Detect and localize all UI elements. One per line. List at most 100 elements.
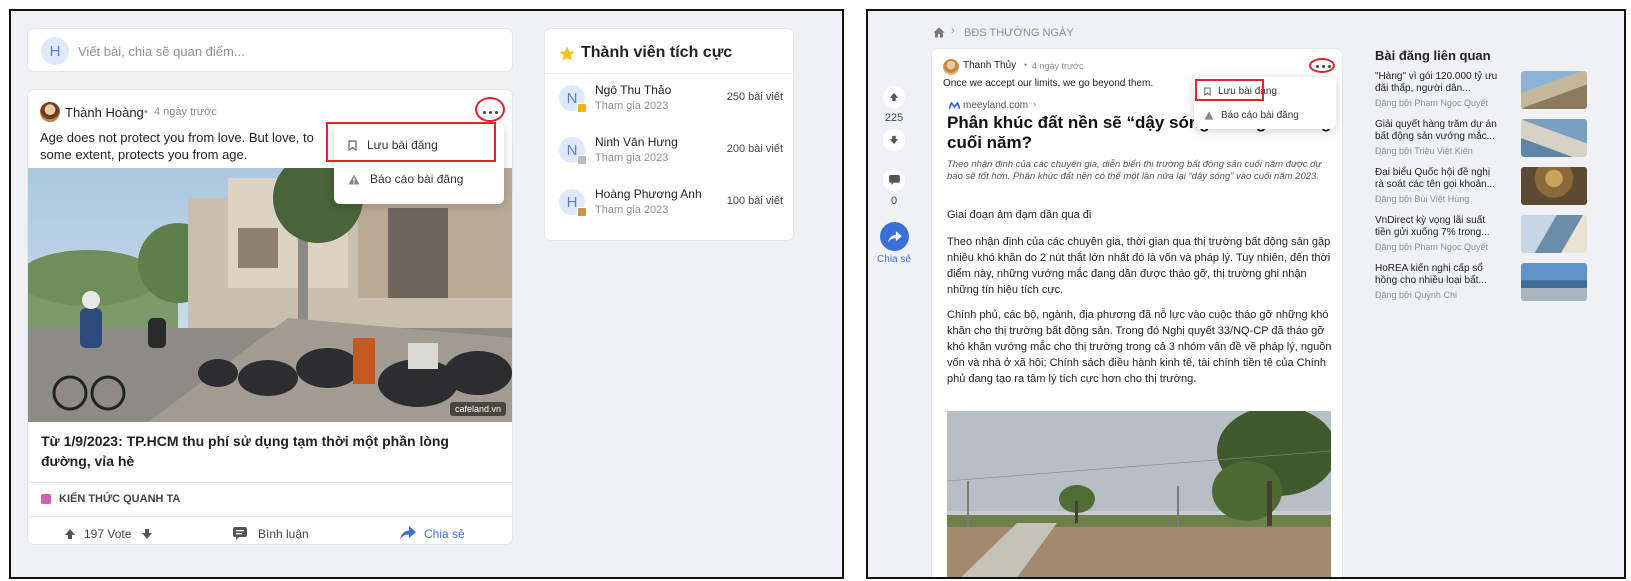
- related-item-title[interactable]: HoREA kiến nghị cấp sổ hồng cho nhiều lo…: [1375, 263, 1500, 287]
- post-text: Age does not protect you from love. But …: [40, 130, 314, 162]
- related-item-author: Đăng bởi Phạm Ngọc Quyết: [1375, 242, 1488, 252]
- related-item-author: Đăng bởi Phạm Ngọc Quyết: [1375, 98, 1488, 108]
- category-color-icon: [41, 494, 51, 504]
- related-thumbnail[interactable]: [1521, 215, 1587, 253]
- category-label[interactable]: KIẾN THỨC QUANH TA: [59, 493, 180, 505]
- menu-report-post[interactable]: Báo cáo bài đăng: [1204, 110, 1299, 121]
- comment-button[interactable]: Bình luận: [258, 527, 309, 541]
- related-item-title[interactable]: "Hàng" vì gói 120.000 tỷ ưu đãi thấp, ng…: [1375, 71, 1500, 95]
- article-paragraph: Chính phủ, các bộ, ngành, địa phương đã …: [947, 309, 1332, 385]
- post-composer[interactable]: H Viết bài, chia sẽ quan điểm...: [27, 28, 513, 72]
- related-item-title[interactable]: Đại biểu Quốc hội đề nghị rà soát các tê…: [1375, 167, 1500, 191]
- post-headline[interactable]: Từ 1/9/2023: TP.HCM thu phí sử dụng tạm …: [41, 431, 501, 471]
- save-post-highlight: [1195, 79, 1264, 101]
- members-title: Thành viên tích cực: [581, 44, 733, 61]
- member-row[interactable]: H Hoàng Phương Anh Tham gia 2023 100 bài…: [545, 177, 795, 229]
- share-icon: [887, 230, 902, 243]
- related-item[interactable]: Đại biểu Quốc hội đề nghị rà soát các tê…: [1375, 167, 1587, 211]
- comment-button[interactable]: [883, 169, 905, 191]
- author-avatar[interactable]: [943, 59, 959, 75]
- home-icon[interactable]: [933, 27, 945, 38]
- menu-report-label: Báo cáo bài đăng: [370, 172, 464, 186]
- member-name[interactable]: Ngô Thu Thảo: [595, 83, 671, 97]
- downvote-icon[interactable]: [141, 528, 153, 540]
- article-image[interactable]: [947, 411, 1331, 577]
- warning-icon: [348, 174, 360, 185]
- related-thumbnail[interactable]: [1521, 263, 1587, 301]
- member-post-count: 250 bài viết: [726, 91, 783, 103]
- member-name[interactable]: Ninh Văn Hưng: [595, 135, 678, 149]
- author-name[interactable]: Thanh Thủy: [963, 60, 1016, 71]
- comment-icon: [888, 175, 900, 185]
- upvote-button[interactable]: [883, 86, 905, 108]
- comment-icon[interactable]: [233, 527, 247, 540]
- author-name[interactable]: Thành Hoàng: [65, 105, 144, 120]
- related-thumbnail[interactable]: [1521, 71, 1587, 109]
- share-label[interactable]: Chia sẻ: [868, 254, 920, 265]
- related-thumbnail[interactable]: [1521, 119, 1587, 157]
- related-item-author: Đăng bởi Triệu Việt Kiên: [1375, 146, 1473, 156]
- member-name[interactable]: Hoàng Phương Anh: [595, 187, 702, 201]
- land-photo-icon: [947, 411, 1331, 577]
- related-item-author: Đăng bởi Bùi Việt Hùng: [1375, 194, 1470, 204]
- member-post-count: 200 bài viết: [726, 143, 783, 155]
- member-row[interactable]: N Ngô Thu Thảo Tham gia 2023 250 bài viế…: [545, 73, 795, 125]
- meeyland-logo-icon: [949, 102, 960, 110]
- downvote-button[interactable]: [883, 129, 905, 151]
- member-row[interactable]: N Ninh Văn Hưng Tham gia 2023 200 bài vi…: [545, 125, 795, 177]
- image-source-badge[interactable]: cafeland.vn: [449, 402, 506, 416]
- breadcrumb[interactable]: BĐS THƯỜNG NGÀY: [964, 27, 1074, 39]
- related-item-author: Đăng bởi Quỳnh Chi: [1375, 290, 1457, 300]
- downvote-icon: [889, 135, 899, 145]
- related-thumbnail[interactable]: [1521, 167, 1587, 205]
- rank-badge-icon: [577, 207, 587, 217]
- upvote-icon: [889, 92, 899, 102]
- related-item-title[interactable]: Giải quyết hàng trăm dự án bất động sản …: [1375, 119, 1500, 143]
- left-screenshot-panel: H Viết bài, chia sẽ quan điểm... Thành H…: [9, 9, 844, 579]
- post-time: 4 ngày trước: [154, 106, 217, 118]
- menu-report-label: Báo cáo bài đăng: [1221, 110, 1299, 121]
- article-heading: Giai đoạn ảm đạm dần qua đi: [947, 209, 1092, 221]
- related-item[interactable]: "Hàng" vì gói 120.000 tỷ ưu đãi thấp, ng…: [1375, 71, 1587, 115]
- article-source[interactable]: meeyland.com: [963, 100, 1028, 111]
- more-options-highlight: [475, 97, 505, 122]
- member-joined: Tham gia 2023: [595, 152, 669, 164]
- save-post-highlight: [326, 122, 496, 162]
- vote-count: 197 Vote: [84, 527, 132, 541]
- street-photo-icon: [28, 168, 512, 422]
- breadcrumb-separator-icon: ›: [951, 25, 955, 37]
- related-item[interactable]: VnDirect kỳ vọng lãi suất tiền gửi xuống…: [1375, 215, 1587, 259]
- post-time: 4 ngày trước: [1032, 61, 1084, 71]
- related-item-title[interactable]: VnDirect kỳ vọng lãi suất tiền gửi xuống…: [1375, 215, 1500, 239]
- warning-icon: [1204, 111, 1214, 120]
- upvote-icon[interactable]: [64, 528, 76, 540]
- related-item[interactable]: Giải quyết hàng trăm dự án bất động sản …: [1375, 119, 1587, 163]
- share-button[interactable]: Chia sẻ: [424, 527, 465, 541]
- divider: [28, 516, 512, 517]
- rank-badge-icon: [577, 155, 587, 165]
- comment-count: 0: [890, 195, 898, 207]
- related-item[interactable]: HoREA kiến nghị cấp sổ hồng cho nhiều lo…: [1375, 263, 1587, 307]
- rank-badge-icon: [577, 103, 587, 113]
- share-button[interactable]: [880, 222, 909, 251]
- menu-report-post[interactable]: Báo cáo bài đăng: [348, 172, 463, 186]
- post-dot: •: [144, 106, 148, 118]
- divider: [28, 482, 512, 483]
- post-dot: •: [1024, 60, 1028, 70]
- post-image[interactable]: cafeland.vn: [28, 168, 512, 422]
- share-icon[interactable]: [400, 526, 416, 540]
- composer-placeholder[interactable]: Viết bài, chia sẽ quan điểm...: [78, 44, 245, 59]
- active-members-card: Thành viên tích cực N Ngô Thu Thảo Tham …: [544, 28, 795, 241]
- composer-avatar: H: [41, 37, 69, 65]
- source-chevron-icon: ›: [1033, 99, 1037, 110]
- member-joined: Tham gia 2023: [595, 204, 669, 216]
- member-joined: Tham gia 2023: [595, 100, 669, 112]
- member-post-count: 100 bài viết: [726, 195, 783, 207]
- post-quote: Once we accept our limits, we go beyond …: [943, 78, 1154, 89]
- vote-count: 225: [884, 112, 904, 124]
- right-screenshot-panel: › BĐS THƯỜNG NGÀY 225 0 Chia sẻ Thanh Th…: [866, 9, 1626, 579]
- star-icon: [559, 46, 575, 62]
- article-lead: Theo nhận định của các chuyên gia, diễn …: [947, 159, 1322, 182]
- author-avatar[interactable]: [40, 102, 60, 122]
- related-title: Bài đăng liên quan: [1375, 48, 1491, 63]
